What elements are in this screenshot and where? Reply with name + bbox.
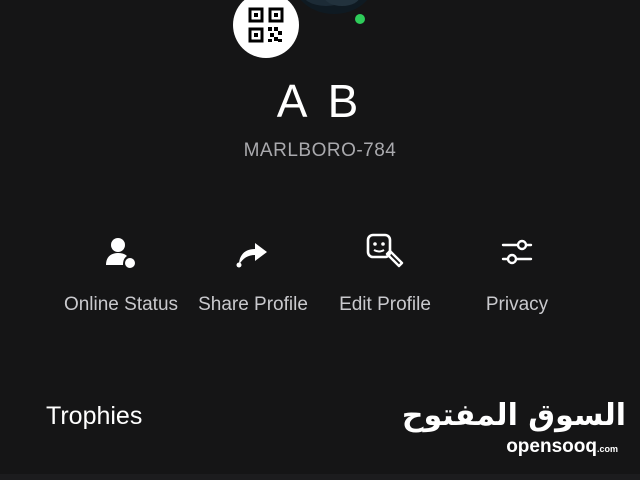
online-status-label: Online Status bbox=[63, 294, 179, 315]
watermark-tld: .com bbox=[596, 444, 618, 454]
watermark-arabic-text: السوق المفتوح bbox=[401, 398, 626, 433]
username: MARLBORO-784 bbox=[243, 140, 397, 161]
watermark-latin-text: opensooq.com bbox=[506, 436, 618, 458]
bottom-divider bbox=[0, 474, 640, 480]
sliders-icon bbox=[497, 232, 537, 272]
person-status-icon bbox=[101, 232, 141, 272]
trophies-section-title: Trophies bbox=[46, 402, 143, 430]
edit-face-icon bbox=[365, 232, 405, 272]
edit-profile-label: Edit Profile bbox=[339, 294, 431, 315]
online-indicator bbox=[355, 14, 365, 24]
qr-code-button[interactable] bbox=[233, 0, 299, 58]
opensooq-watermark: السوق المفتوح opensooq.com bbox=[402, 398, 626, 462]
share-arrow-icon bbox=[233, 232, 273, 272]
share-profile-button[interactable]: Share Profile bbox=[188, 232, 318, 322]
profile-actions: Online Status Share Profile Edit Profile… bbox=[56, 232, 586, 322]
share-profile-label: Share Profile bbox=[198, 294, 308, 315]
watermark-brand: opensooq bbox=[506, 436, 597, 457]
display-name: A B bbox=[276, 75, 364, 127]
qr-code-icon bbox=[247, 6, 285, 44]
online-status-button[interactable]: Online Status bbox=[56, 232, 186, 322]
profile-screen: A B MARLBORO-784 Online Status Share Pro… bbox=[0, 0, 640, 480]
privacy-button[interactable]: Privacy bbox=[452, 232, 582, 322]
privacy-label: Privacy bbox=[485, 294, 549, 315]
edit-profile-button[interactable]: Edit Profile bbox=[320, 232, 450, 322]
